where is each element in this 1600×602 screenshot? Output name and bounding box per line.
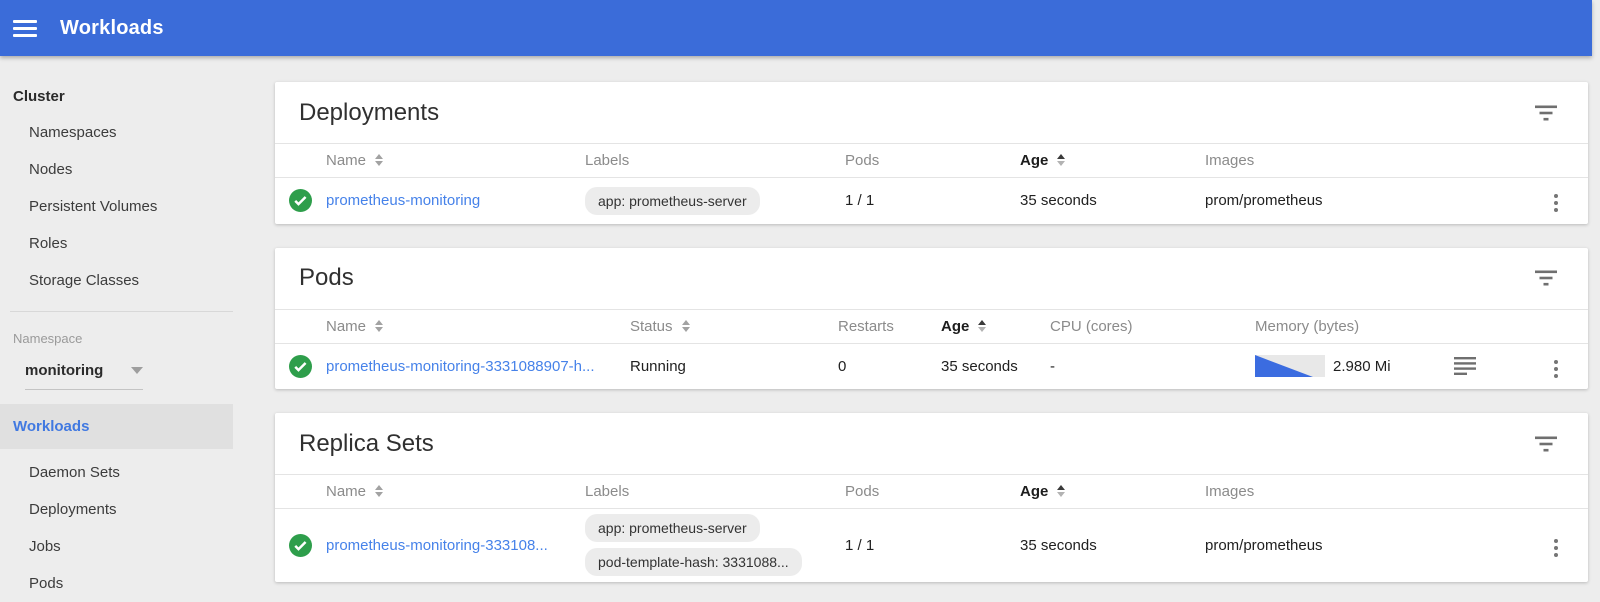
pod-restarts-value: 0 xyxy=(838,343,941,389)
deployments-card-title: Deployments xyxy=(299,99,439,127)
page-title: Workloads xyxy=(60,17,164,40)
column-header-memory: Memory (bytes) xyxy=(1255,309,1430,343)
column-header-pods: Pods xyxy=(845,144,1020,178)
column-header-actions xyxy=(1500,309,1588,343)
column-header-labels: Labels xyxy=(585,144,845,178)
column-header-age[interactable]: Age xyxy=(941,309,1050,343)
sort-arrows-icon xyxy=(375,485,383,497)
sort-arrows-icon xyxy=(1057,485,1065,497)
sidebar-item-workloads[interactable]: Workloads xyxy=(0,404,233,449)
sort-arrows-icon xyxy=(682,320,690,332)
pod-memory-value: 2.980 Mi xyxy=(1333,358,1391,375)
deployments-card: Deployments Name Labels Pods Age Images xyxy=(275,82,1588,224)
pod-status-value: Running xyxy=(630,343,838,389)
sidebar-item-persistent-volumes[interactable]: Persistent Volumes xyxy=(0,188,275,225)
replica-set-name-link[interactable]: prometheus-monitoring-333108... xyxy=(326,537,548,554)
replica-sets-card-title: Replica Sets xyxy=(299,430,434,458)
replica-set-age-value: 35 seconds xyxy=(1020,509,1205,582)
column-header-actions xyxy=(1480,475,1588,509)
namespace-selected-value: monitoring xyxy=(25,362,103,379)
kebab-menu-icon[interactable] xyxy=(1548,535,1564,561)
sort-arrows-icon xyxy=(978,320,986,332)
main-content: Deployments Name Labels Pods Age Images xyxy=(275,56,1600,597)
sidebar-item-namespaces[interactable]: Namespaces xyxy=(0,114,275,151)
filter-list-icon[interactable] xyxy=(1535,436,1557,452)
namespace-label: Namespace xyxy=(0,312,275,346)
column-header-actions xyxy=(1480,144,1588,178)
kebab-menu-icon[interactable] xyxy=(1548,190,1564,216)
replica-set-pods-value: 1 / 1 xyxy=(845,509,1020,582)
sidebar-item-storage-classes[interactable]: Storage Classes xyxy=(0,262,275,299)
app-bar: Workloads xyxy=(0,0,1592,56)
column-header-labels: Labels xyxy=(585,475,845,509)
column-header-status[interactable]: Status xyxy=(630,309,838,343)
sidebar: Cluster Namespaces Nodes Persistent Volu… xyxy=(0,56,275,597)
deployment-images-value: prom/prometheus xyxy=(1205,178,1480,224)
check-circle-icon xyxy=(289,355,312,378)
pod-cpu-value: - xyxy=(1050,343,1255,389)
column-header-images: Images xyxy=(1205,144,1480,178)
column-header-name[interactable]: Name xyxy=(326,475,585,509)
sidebar-item-daemon-sets[interactable]: Daemon Sets xyxy=(0,454,275,491)
column-header-restarts: Restarts xyxy=(838,309,941,343)
sidebar-item-pods[interactable]: Pods xyxy=(0,565,275,602)
memory-sparkline xyxy=(1255,355,1325,377)
hamburger-icon[interactable] xyxy=(13,20,37,37)
sidebar-item-roles[interactable]: Roles xyxy=(0,225,275,262)
replica-set-images-value: prom/prometheus xyxy=(1205,509,1480,582)
filter-list-icon[interactable] xyxy=(1535,270,1557,286)
filter-list-icon[interactable] xyxy=(1535,105,1557,121)
column-header-cpu: CPU (cores) xyxy=(1050,309,1255,343)
kebab-menu-icon[interactable] xyxy=(1548,356,1564,382)
sort-arrows-icon xyxy=(375,154,383,166)
sort-arrows-icon xyxy=(375,320,383,332)
label-chip: app: prometheus-server xyxy=(585,514,760,542)
column-header-images: Images xyxy=(1205,475,1480,509)
deployment-age-value: 35 seconds xyxy=(1020,178,1205,224)
sort-arrows-icon xyxy=(1057,154,1065,166)
column-header-logs xyxy=(1430,309,1500,343)
sidebar-item-deployments[interactable]: Deployments xyxy=(0,491,275,528)
replica-sets-card: Replica Sets Name Labels Pods Age Images xyxy=(275,413,1588,582)
sidebar-heading-cluster[interactable]: Cluster xyxy=(0,68,275,114)
logs-icon[interactable] xyxy=(1454,357,1476,375)
pods-card: Pods Name Status Restarts Age CPU (cores… xyxy=(275,248,1588,390)
column-header-status-icon xyxy=(275,475,326,509)
chevron-down-icon xyxy=(131,367,143,374)
column-header-name[interactable]: Name xyxy=(326,144,585,178)
deployment-row: prometheus-monitoring app: prometheus-se… xyxy=(275,178,1588,224)
column-header-name[interactable]: Name xyxy=(326,309,630,343)
column-header-status-icon xyxy=(275,144,326,178)
namespace-select[interactable]: monitoring xyxy=(25,362,143,390)
column-header-age[interactable]: Age xyxy=(1020,475,1205,509)
column-header-age[interactable]: Age xyxy=(1020,144,1205,178)
pod-age-value: 35 seconds xyxy=(941,343,1050,389)
label-chip: pod-template-hash: 3331088... xyxy=(585,548,802,576)
pods-card-title: Pods xyxy=(299,264,354,292)
check-circle-icon xyxy=(289,189,312,212)
sidebar-item-jobs[interactable]: Jobs xyxy=(0,528,275,565)
sidebar-item-nodes[interactable]: Nodes xyxy=(0,151,275,188)
replica-set-row: prometheus-monitoring-333108... app: pro… xyxy=(275,509,1588,582)
deployment-name-link[interactable]: prometheus-monitoring xyxy=(326,192,480,209)
pod-name-link[interactable]: prometheus-monitoring-3331088907-h... xyxy=(326,358,595,375)
check-circle-icon xyxy=(289,534,312,557)
column-header-pods: Pods xyxy=(845,475,1020,509)
pod-row: prometheus-monitoring-3331088907-h... Ru… xyxy=(275,343,1588,389)
deployment-pods-value: 1 / 1 xyxy=(845,178,1020,224)
label-chip: app: prometheus-server xyxy=(585,187,760,215)
column-header-status-icon xyxy=(275,309,326,343)
